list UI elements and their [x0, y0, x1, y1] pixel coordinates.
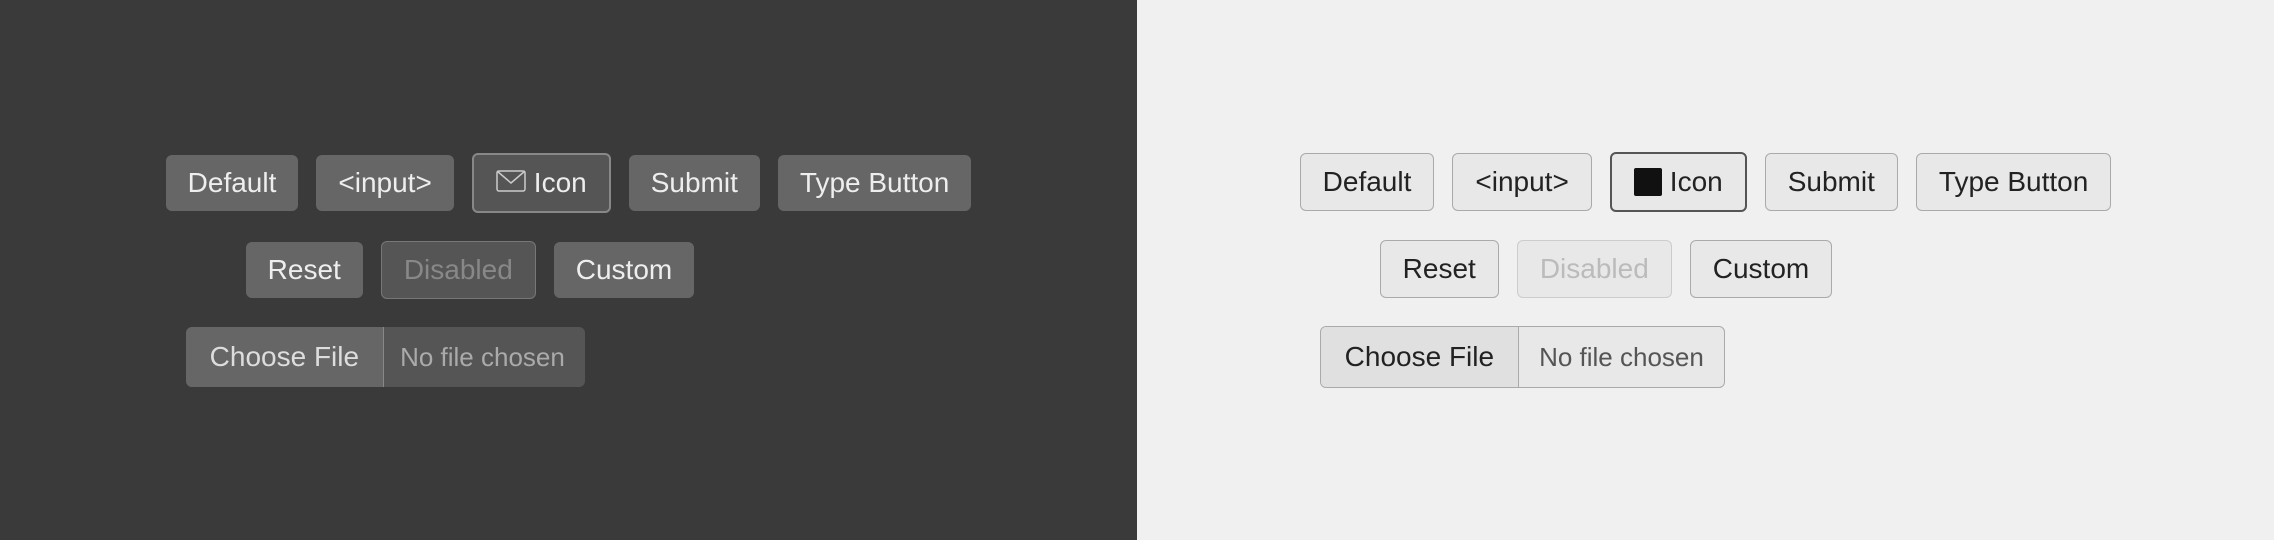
light-file-input-wrapper: Choose File No file chosen — [1320, 326, 1725, 388]
light-row-2: Reset Disabled Custom — [1300, 240, 1833, 298]
light-input-button[interactable]: <input> — [1452, 153, 1591, 211]
dark-icon-button-label: Icon — [534, 167, 587, 199]
dark-no-file-text: No file chosen — [400, 342, 585, 373]
dark-default-button[interactable]: Default — [166, 155, 299, 211]
light-type-button[interactable]: Type Button — [1916, 153, 2111, 211]
dark-row-3: Choose File No file chosen — [166, 327, 585, 387]
dark-disabled-button: Disabled — [381, 241, 536, 299]
dark-file-input-wrapper: Choose File No file chosen — [186, 327, 585, 387]
light-icon-button[interactable]: Icon — [1610, 152, 1747, 212]
dark-choose-file-button[interactable]: Choose File — [186, 327, 384, 387]
light-submit-button[interactable]: Submit — [1765, 153, 1898, 211]
light-custom-button[interactable]: Custom — [1690, 240, 1832, 298]
black-square-icon — [1634, 168, 1662, 196]
light-disabled-button: Disabled — [1517, 240, 1672, 298]
dark-type-button[interactable]: Type Button — [778, 155, 971, 211]
light-row-3: Choose File No file chosen — [1300, 326, 1725, 388]
dark-input-button[interactable]: <input> — [316, 155, 453, 211]
light-icon-button-label: Icon — [1670, 166, 1723, 198]
dark-icon-button[interactable]: Icon — [472, 153, 611, 213]
dark-panel: Default <input> Icon Submit Type Button … — [0, 0, 1137, 540]
dark-button-grid: Default <input> Icon Submit Type Button … — [166, 153, 972, 387]
light-no-file-text: No file chosen — [1519, 342, 1724, 373]
dark-custom-button[interactable]: Custom — [554, 242, 694, 298]
dark-row-2: Reset Disabled Custom — [166, 241, 695, 299]
light-row-1: Default <input> Icon Submit Type Button — [1300, 152, 2112, 212]
envelope-icon — [496, 167, 526, 199]
dark-submit-button[interactable]: Submit — [629, 155, 760, 211]
dark-reset-button[interactable]: Reset — [246, 242, 363, 298]
light-reset-button[interactable]: Reset — [1380, 240, 1499, 298]
light-button-grid: Default <input> Icon Submit Type Button … — [1300, 152, 2112, 388]
light-panel: Default <input> Icon Submit Type Button … — [1137, 0, 2274, 540]
dark-row-1: Default <input> Icon Submit Type Button — [166, 153, 972, 213]
light-choose-file-button[interactable]: Choose File — [1321, 327, 1519, 387]
light-default-button[interactable]: Default — [1300, 153, 1435, 211]
